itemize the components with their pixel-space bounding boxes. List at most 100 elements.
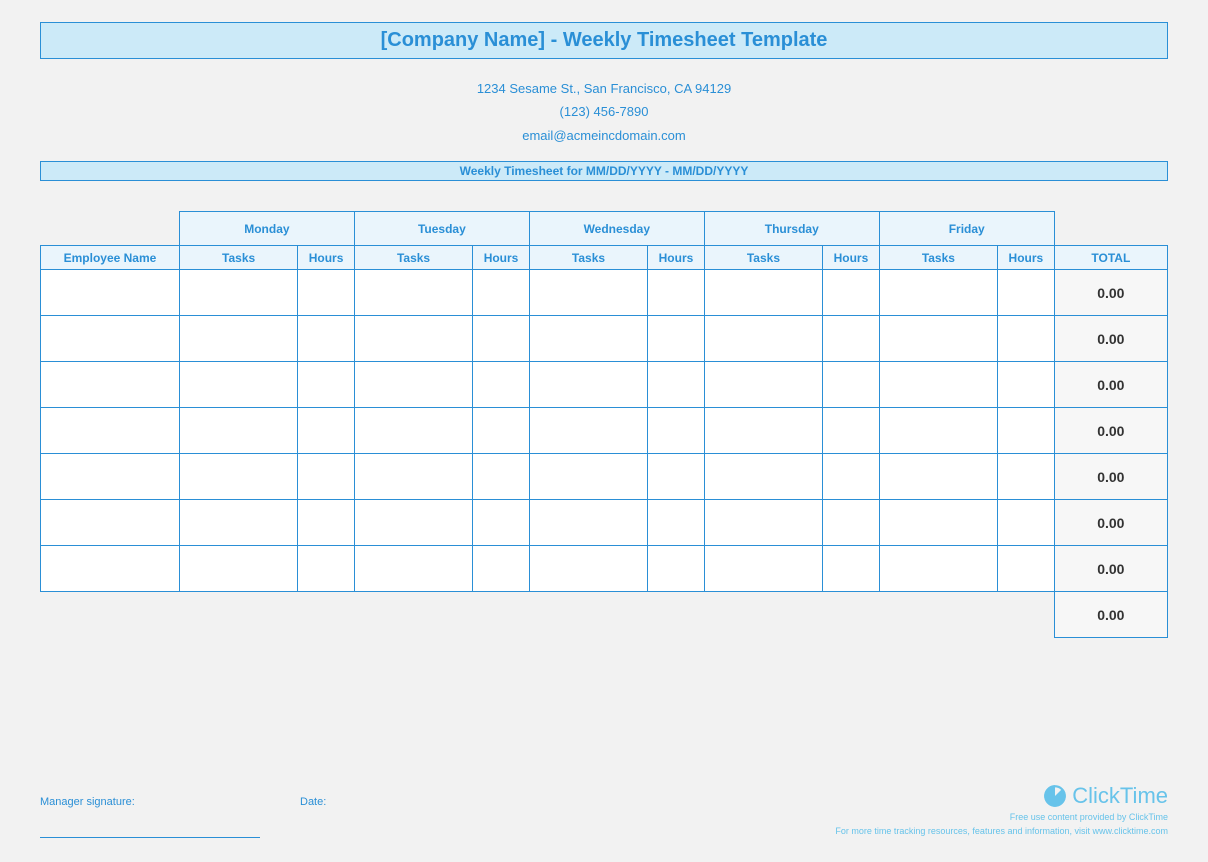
cell-hours[interactable] xyxy=(648,270,705,316)
cell-task[interactable] xyxy=(529,500,647,546)
row-total: 0.00 xyxy=(1097,377,1124,393)
cell-hours[interactable] xyxy=(823,316,880,362)
cell-hours[interactable] xyxy=(473,546,530,592)
cell-task[interactable] xyxy=(704,362,822,408)
brand-logo: ClickTime xyxy=(835,783,1168,809)
cell-hours[interactable] xyxy=(473,454,530,500)
cell-hours[interactable] xyxy=(823,454,880,500)
cell-employee[interactable] xyxy=(41,362,180,408)
cell-hours[interactable] xyxy=(473,500,530,546)
phone-line: (123) 456-7890 xyxy=(40,100,1168,123)
cell-hours[interactable] xyxy=(998,316,1055,362)
grand-total: 0.00 xyxy=(1097,607,1124,623)
cell-hours[interactable] xyxy=(998,546,1055,592)
signature-line xyxy=(40,808,260,838)
cell-task[interactable] xyxy=(179,500,297,546)
cell-hours[interactable] xyxy=(648,316,705,362)
cell-task[interactable] xyxy=(354,362,472,408)
cell-task[interactable] xyxy=(879,500,997,546)
cell-hours[interactable] xyxy=(998,408,1055,454)
cell-hours[interactable] xyxy=(998,270,1055,316)
cell-task[interactable] xyxy=(179,316,297,362)
cell-employee[interactable] xyxy=(41,316,180,362)
cell-employee[interactable] xyxy=(41,408,180,454)
cell-hours[interactable] xyxy=(473,362,530,408)
col-tasks: Tasks xyxy=(354,246,472,270)
cell-hours[interactable] xyxy=(473,408,530,454)
cell-employee[interactable] xyxy=(41,454,180,500)
cell-task[interactable] xyxy=(354,270,472,316)
cell-task[interactable] xyxy=(354,546,472,592)
cell-task[interactable] xyxy=(879,270,997,316)
cell-task[interactable] xyxy=(354,316,472,362)
brand-subtext-2: For more time tracking resources, featur… xyxy=(835,825,1168,838)
cell-hours[interactable] xyxy=(298,500,355,546)
cell-hours[interactable] xyxy=(298,316,355,362)
row-total: 0.00 xyxy=(1097,469,1124,485)
cell-task[interactable] xyxy=(529,270,647,316)
cell-task[interactable] xyxy=(179,546,297,592)
cell-task[interactable] xyxy=(704,454,822,500)
cell-task[interactable] xyxy=(879,454,997,500)
cell-task[interactable] xyxy=(179,408,297,454)
day-header-friday: Friday xyxy=(879,212,1054,246)
cell-hours[interactable] xyxy=(298,408,355,454)
col-tasks: Tasks xyxy=(879,246,997,270)
cell-task[interactable] xyxy=(704,316,822,362)
cell-task[interactable] xyxy=(354,454,472,500)
cell-hours[interactable] xyxy=(648,500,705,546)
brand-subtext-1: Free use content provided by ClickTime xyxy=(835,811,1168,824)
cell-task[interactable] xyxy=(529,316,647,362)
email-line: email@acmeincdomain.com xyxy=(40,124,1168,147)
cell-hours[interactable] xyxy=(998,500,1055,546)
cell-hours[interactable] xyxy=(648,454,705,500)
cell-task[interactable] xyxy=(529,546,647,592)
col-tasks: Tasks xyxy=(529,246,647,270)
cell-hours[interactable] xyxy=(298,546,355,592)
cell-employee[interactable] xyxy=(41,270,180,316)
cell-hours[interactable] xyxy=(298,362,355,408)
cell-hours[interactable] xyxy=(473,316,530,362)
cell-task[interactable] xyxy=(354,500,472,546)
cell-hours[interactable] xyxy=(648,408,705,454)
timesheet-table: Monday Tuesday Wednesday Thursday Friday… xyxy=(40,211,1168,638)
cell-task[interactable] xyxy=(704,546,822,592)
cell-hours[interactable] xyxy=(298,270,355,316)
cell-task[interactable] xyxy=(529,454,647,500)
day-header-monday: Monday xyxy=(179,212,354,246)
cell-hours[interactable] xyxy=(648,362,705,408)
cell-task[interactable] xyxy=(879,362,997,408)
cell-hours[interactable] xyxy=(823,408,880,454)
cell-task[interactable] xyxy=(879,408,997,454)
cell-task[interactable] xyxy=(879,546,997,592)
cell-hours[interactable] xyxy=(823,362,880,408)
cell-task[interactable] xyxy=(704,408,822,454)
cell-task[interactable] xyxy=(529,362,647,408)
row-total: 0.00 xyxy=(1097,561,1124,577)
brand-name: ClickTime xyxy=(1072,783,1168,809)
cell-hours[interactable] xyxy=(998,454,1055,500)
cell-hours[interactable] xyxy=(298,454,355,500)
cell-task[interactable] xyxy=(704,500,822,546)
cell-task[interactable] xyxy=(179,454,297,500)
cell-task[interactable] xyxy=(179,270,297,316)
contact-block: 1234 Sesame St., San Francisco, CA 94129… xyxy=(40,77,1168,147)
cell-hours[interactable] xyxy=(998,362,1055,408)
cell-task[interactable] xyxy=(529,408,647,454)
cell-hours[interactable] xyxy=(473,270,530,316)
cell-task[interactable] xyxy=(179,362,297,408)
cell-task[interactable] xyxy=(704,270,822,316)
cell-task[interactable] xyxy=(879,316,997,362)
row-total: 0.00 xyxy=(1097,285,1124,301)
row-total: 0.00 xyxy=(1097,331,1124,347)
cell-hours[interactable] xyxy=(823,270,880,316)
col-total: TOTAL xyxy=(1054,246,1167,270)
page-title: [Company Name] - Weekly Timesheet Templa… xyxy=(40,22,1168,59)
footer: Manager signature: Date: ClickTime Free … xyxy=(40,783,1168,838)
cell-employee[interactable] xyxy=(41,500,180,546)
cell-hours[interactable] xyxy=(648,546,705,592)
cell-employee[interactable] xyxy=(41,546,180,592)
cell-hours[interactable] xyxy=(823,546,880,592)
cell-task[interactable] xyxy=(354,408,472,454)
cell-hours[interactable] xyxy=(823,500,880,546)
